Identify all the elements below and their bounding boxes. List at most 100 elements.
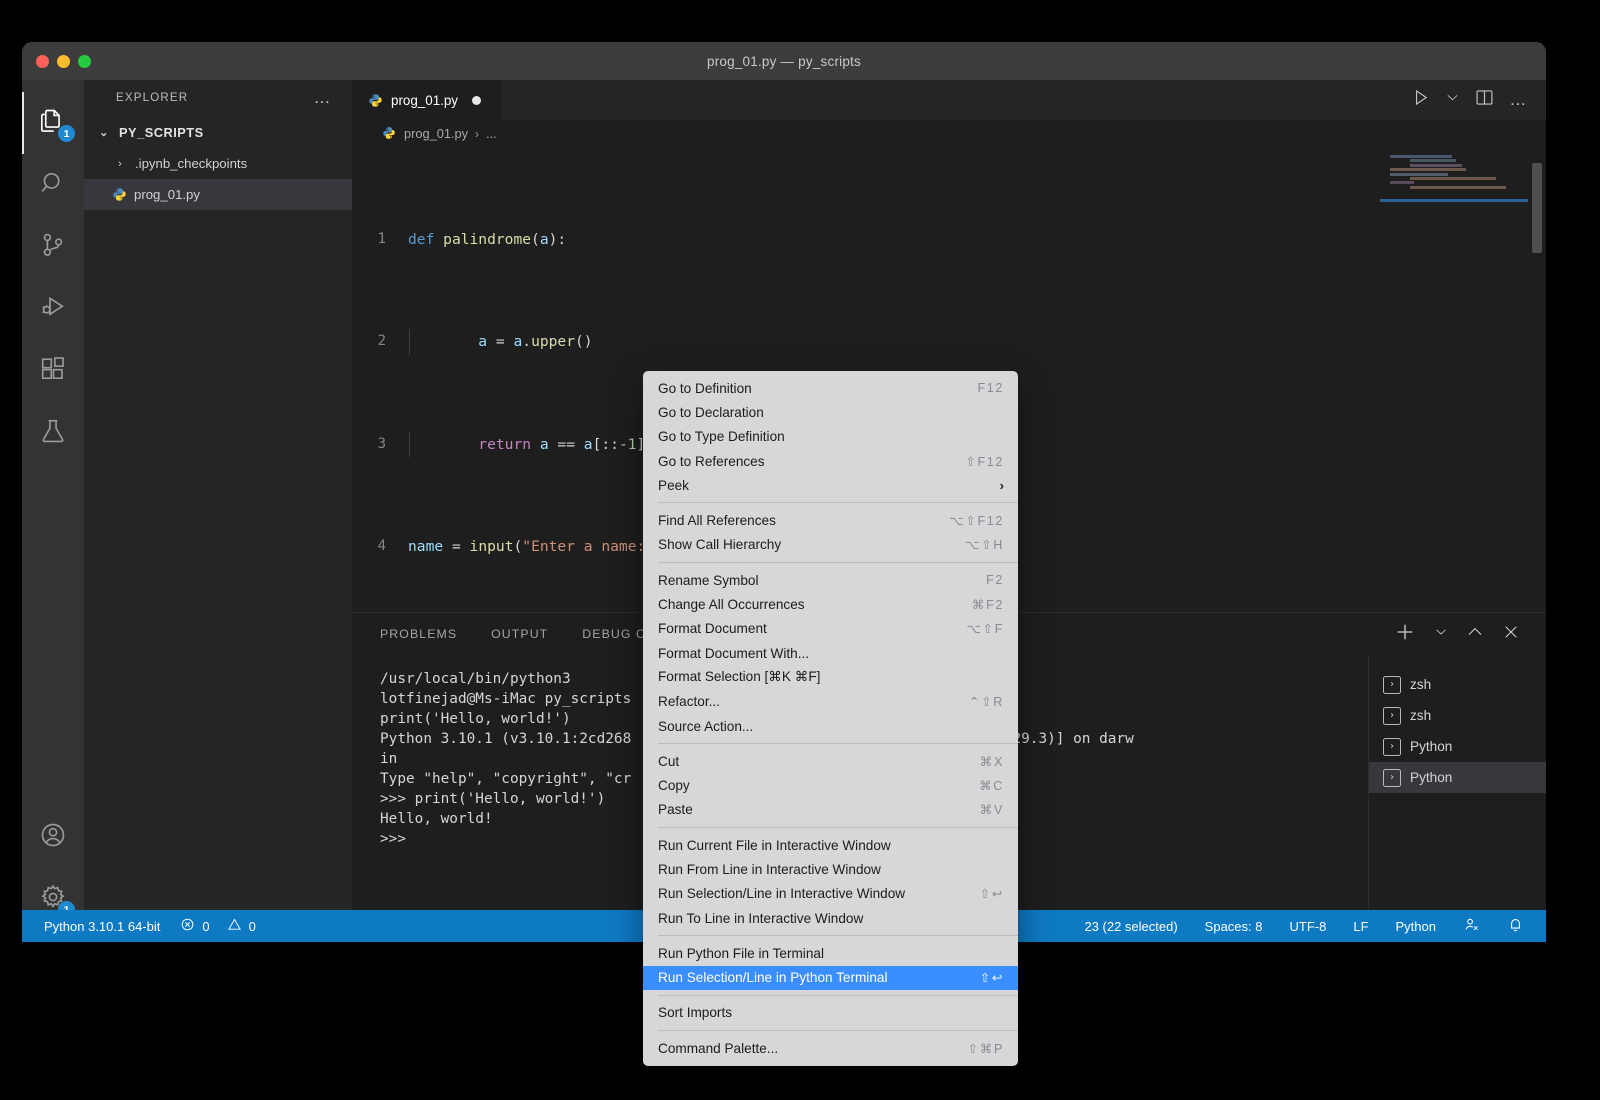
menu-item-format-selection[interactable]: Format Selection [⌘K ⌘F] — [643, 665, 1018, 689]
menu-separator — [658, 562, 1018, 564]
menu-item-go-to-declaration[interactable]: Go to Declaration — [643, 400, 1018, 424]
tab-prog-01-py[interactable]: prog_01.py — [352, 80, 502, 120]
menu-item-change-all-occurrences[interactable]: Change All Occurrences ⌘F2 — [643, 592, 1018, 616]
menu-item-label: Run Current File in Interactive Window — [658, 837, 891, 853]
editor-context-menu[interactable]: Go to Definition F12 Go to Declaration G… — [643, 371, 1018, 1067]
menu-item-accelerator: ⌥⇧F12 — [949, 514, 1004, 529]
menu-item-label: Cut — [658, 753, 680, 769]
tab-output[interactable]: OUTPUT — [491, 627, 548, 641]
terminal-list-item-zsh-2[interactable]: › zsh — [1369, 700, 1546, 731]
menu-item-find-all-references[interactable]: Find All References ⌥⇧F12 — [643, 508, 1018, 532]
breadcrumb-rest[interactable]: ... — [486, 126, 497, 141]
screenshot-root: prog_01.py — py_scripts 1 EXPLORER … ⌄ P… — [0, 0, 1600, 1100]
menu-item-format-document-with[interactable]: Format Document With... — [643, 641, 1018, 665]
line-text[interactable]: name = input("Enter a name: ") — [408, 534, 672, 560]
menu-item-run-selection-line-in-interactive-window[interactable]: Run Selection/Line in Interactive Window… — [643, 882, 1018, 906]
close-icon[interactable] — [1502, 623, 1520, 646]
menu-item-peek[interactable]: Peek › — [643, 473, 1018, 497]
code-line[interactable]: 1 def palindrome(a): — [352, 227, 1546, 253]
traffic-lights[interactable] — [36, 42, 91, 80]
menu-item-paste[interactable]: Paste ⌘V — [643, 798, 1018, 822]
chevron-down-icon[interactable] — [1445, 90, 1460, 110]
minimize-window-button[interactable] — [57, 54, 70, 68]
menu-item-accelerator: ⌃⇧R — [969, 695, 1004, 710]
terminal-list-item-python-1[interactable]: › Python — [1369, 731, 1546, 762]
sidebar-header: EXPLORER … — [84, 80, 352, 116]
breadcrumb[interactable]: prog_01.py › ... — [352, 120, 1546, 147]
minimap[interactable] — [1380, 155, 1542, 612]
window-title: prog_01.py — py_scripts — [707, 53, 861, 69]
code-line[interactable]: 2 a = a.upper() — [352, 329, 1546, 355]
menu-separator — [658, 1030, 1018, 1032]
menu-item-sort-imports[interactable]: Sort Imports — [643, 1001, 1018, 1025]
chevron-down-icon[interactable] — [1434, 625, 1448, 644]
sidebar-root-folder[interactable]: ⌄ PY_SCRIPTS — [84, 116, 352, 148]
status-problems[interactable]: 0 0 — [180, 917, 256, 935]
split-editor-icon[interactable] — [1474, 87, 1495, 113]
activity-item-run-and-debug[interactable] — [22, 278, 84, 340]
menu-item-go-to-definition[interactable]: Go to Definition F12 — [643, 376, 1018, 400]
menu-item-run-to-line-in-interactive-window[interactable]: Run To Line in Interactive Window — [643, 906, 1018, 930]
breadcrumb-file[interactable]: prog_01.py — [404, 126, 468, 141]
activity-bar: 1 — [22, 80, 84, 942]
more-actions-icon[interactable]: … — [314, 89, 333, 106]
terminal-list-item-zsh-1[interactable]: › zsh — [1369, 669, 1546, 700]
unsaved-indicator-icon[interactable] — [472, 96, 482, 105]
sidebar-item-label: .ipynb_checkpoints — [135, 156, 248, 171]
terminal-list-label: zsh — [1410, 677, 1432, 692]
add-terminal-icon[interactable] — [1394, 621, 1416, 648]
menu-separator — [658, 994, 1018, 996]
editor-toolbar: … — [1410, 80, 1546, 120]
menu-item-format-document[interactable]: Format Document ⌥⇧F — [643, 617, 1018, 641]
menu-separator — [658, 502, 1018, 504]
line-text[interactable]: a = a.upper() — [408, 329, 593, 355]
more-actions-icon[interactable]: … — [1509, 91, 1528, 108]
explorer-badge: 1 — [58, 125, 75, 142]
status-bar-left: Python 3.10.1 64-bit 0 0 — [22, 917, 256, 935]
activity-item-explorer[interactable]: 1 — [22, 92, 84, 154]
activity-item-search[interactable] — [22, 154, 84, 216]
tab-problems[interactable]: PROBLEMS — [380, 627, 457, 641]
menu-item-label: Paste — [658, 802, 693, 818]
menu-item-cut[interactable]: Cut ⌘X — [643, 749, 1018, 773]
close-window-button[interactable] — [36, 54, 49, 68]
terminal-list-item-python-2[interactable]: › Python — [1369, 762, 1546, 793]
menu-item-command-palette[interactable]: Command Palette... ⇧⌘P — [643, 1036, 1018, 1060]
line-text[interactable]: return a == a[::-1] — [408, 431, 645, 458]
status-selection[interactable]: 23 (22 selected) — [1084, 919, 1177, 934]
sidebar-item-ipynb-checkpoints[interactable]: › .ipynb_checkpoints — [84, 148, 352, 179]
line-text[interactable]: def palindrome(a): — [408, 227, 566, 253]
menu-item-copy[interactable]: Copy ⌘C — [643, 773, 1018, 797]
menu-item-run-selection-line-in-python-terminal[interactable]: Run Selection/Line in Python Terminal ⇧↩ — [643, 965, 1018, 990]
status-python-version[interactable]: Python 3.10.1 64-bit — [44, 919, 160, 934]
menu-item-accelerator: ⌘X — [979, 754, 1004, 769]
editor-scrollbar[interactable] — [1532, 163, 1542, 253]
terminal-line: /usr/local/bin/python3 — [380, 671, 571, 687]
status-encoding[interactable]: UTF-8 — [1290, 919, 1327, 934]
menu-item-refactor[interactable]: Refactor... ⌃⇧R — [643, 690, 1018, 714]
live-share-icon[interactable] — [1463, 916, 1480, 936]
menu-item-run-current-file-in-interactive-window[interactable]: Run Current File in Interactive Window — [643, 833, 1018, 857]
run-python-file-icon[interactable] — [1410, 87, 1431, 113]
activity-item-accounts[interactable] — [22, 806, 84, 868]
menu-item-run-from-line-in-interactive-window[interactable]: Run From Line in Interactive Window — [643, 857, 1018, 881]
menu-item-rename-symbol[interactable]: Rename Symbol F2 — [643, 568, 1018, 592]
menu-item-show-call-hierarchy[interactable]: Show Call Hierarchy ⌥⇧H — [643, 533, 1018, 557]
menu-item-run-python-file-in-terminal[interactable]: Run Python File in Terminal — [643, 941, 1018, 965]
account-icon — [39, 821, 67, 854]
menu-item-label: Go to Definition — [658, 380, 752, 396]
chevron-up-icon[interactable] — [1466, 623, 1484, 646]
activity-item-extensions[interactable] — [22, 340, 84, 402]
status-language-mode[interactable]: Python — [1396, 919, 1436, 934]
bell-icon[interactable] — [1507, 916, 1524, 936]
status-indentation[interactable]: Spaces: 8 — [1205, 919, 1263, 934]
sidebar-item-prog-01-py[interactable]: prog_01.py — [84, 179, 352, 210]
activity-item-source-control[interactable] — [22, 216, 84, 278]
menu-item-source-action[interactable]: Source Action... — [643, 714, 1018, 738]
menu-item-go-to-type-definition[interactable]: Go to Type Definition — [643, 425, 1018, 449]
python-file-icon — [382, 126, 397, 141]
menu-item-go-to-references[interactable]: Go to References ⇧F12 — [643, 449, 1018, 473]
activity-item-testing[interactable] — [22, 402, 84, 464]
status-eol[interactable]: LF — [1353, 919, 1368, 934]
zoom-window-button[interactable] — [78, 54, 91, 68]
